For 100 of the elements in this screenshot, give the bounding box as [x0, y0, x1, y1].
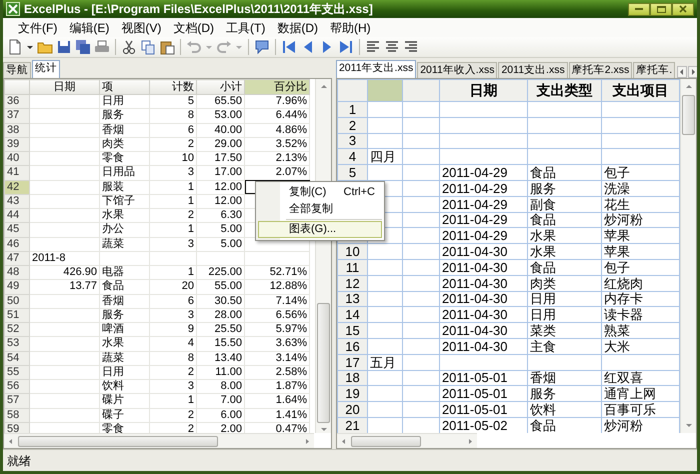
scrollbar-thumb[interactable]: [350, 436, 421, 446]
tab-scroll-left-icon[interactable]: [677, 66, 688, 78]
row-number[interactable]: 12: [337, 275, 368, 292]
row-number[interactable]: 13: [337, 291, 368, 307]
speech-bubble-icon[interactable]: [254, 39, 270, 55]
menu-item[interactable]: 图表(G)...: [258, 221, 382, 238]
column-header[interactable]: 支出项目: [601, 80, 680, 102]
column-header[interactable]: 支出类型: [527, 80, 602, 102]
table-cell: 65.50: [196, 94, 244, 109]
copy-icon[interactable]: [140, 39, 156, 55]
menu-item[interactable]: 视图(V): [118, 18, 170, 36]
row-number[interactable]: 45: [4, 222, 30, 237]
align-right-icon[interactable]: [403, 39, 419, 55]
column-header[interactable]: 项: [100, 80, 150, 94]
column-header[interactable]: 计数: [150, 80, 196, 94]
tab[interactable]: 统计: [32, 60, 60, 78]
tab-scroll-right-icon[interactable]: [688, 66, 697, 78]
table-cell: 28.00: [196, 308, 244, 322]
row-number[interactable]: 18: [337, 370, 368, 386]
table-cell: 2011-05-01: [439, 386, 528, 402]
row-number[interactable]: 46: [4, 237, 30, 252]
table-cell: 426.90: [30, 266, 100, 280]
row-number[interactable]: 14: [337, 306, 368, 323]
row-number[interactable]: 37: [4, 108, 30, 123]
tab[interactable]: 导航: [3, 62, 31, 78]
tab[interactable]: 2011年支出.xss: [336, 60, 416, 78]
menu-item[interactable]: 复制(C) Ctrl+C: [258, 184, 382, 201]
row-number[interactable]: 5: [337, 164, 368, 180]
row-number[interactable]: 59: [4, 422, 30, 433]
horizontal-scrollbar[interactable]: [336, 433, 477, 448]
menu-item[interactable]: 帮助(H): [327, 18, 380, 36]
row-number[interactable]: 39: [4, 137, 30, 152]
undo-arrow-icon[interactable]: [186, 39, 202, 55]
row-number[interactable]: 44: [4, 208, 30, 223]
first-page-icon[interactable]: [281, 39, 297, 55]
row-number[interactable]: 2: [337, 117, 368, 134]
row-number[interactable]: 48: [4, 266, 30, 280]
new-file-icon[interactable]: [7, 39, 23, 55]
table-cell: 2011-04-30: [439, 275, 528, 292]
row-number[interactable]: 38: [4, 123, 30, 138]
row-number[interactable]: 52: [4, 322, 30, 337]
column-header[interactable]: 百分比: [244, 80, 310, 94]
row-number[interactable]: 43: [4, 194, 30, 208]
row-number[interactable]: 40: [4, 152, 30, 166]
row-number[interactable]: 53: [4, 336, 30, 351]
row-number[interactable]: 3: [337, 133, 368, 149]
floppy-disks-icon[interactable]: [75, 39, 91, 55]
row-number[interactable]: 21: [337, 417, 368, 433]
tab[interactable]: 2011支出.xss: [498, 62, 568, 78]
align-left-icon[interactable]: [365, 39, 381, 55]
row-number[interactable]: 41: [4, 166, 30, 180]
scrollbar-thumb[interactable]: [316, 303, 330, 423]
scrollbar-thumb[interactable]: [682, 95, 695, 135]
column-header[interactable]: 日期: [30, 80, 100, 94]
row-number[interactable]: 10: [337, 244, 368, 260]
tab[interactable]: 摩托车.: [633, 62, 676, 78]
menu-item[interactable]: 文档(D): [170, 18, 223, 36]
menu-item[interactable]: 全部复制: [258, 201, 382, 218]
tab[interactable]: 2011年收入.xss: [417, 62, 498, 78]
row-number[interactable]: 36: [4, 94, 30, 109]
column-header[interactable]: 小计: [196, 80, 244, 94]
table-cell: 9: [150, 322, 196, 337]
row-number[interactable]: 55: [4, 365, 30, 380]
horizontal-scrollbar[interactable]: [4, 433, 314, 448]
menu-item[interactable]: 文件(F): [15, 18, 66, 36]
tab[interactable]: 摩托车2.xss: [568, 62, 632, 78]
row-number[interactable]: 15: [337, 322, 368, 338]
row-number[interactable]: 47: [4, 251, 30, 266]
clipboard-icon[interactable]: [159, 39, 175, 55]
menu-item[interactable]: 数据(D): [274, 18, 327, 36]
table-cell: 苹果: [601, 228, 680, 244]
row-number[interactable]: 49: [4, 280, 30, 294]
last-page-icon[interactable]: [338, 39, 354, 55]
table-cell: 2011-05-01: [439, 370, 528, 386]
redo-arrow-icon[interactable]: [216, 39, 232, 55]
row-number[interactable]: 16: [337, 338, 368, 354]
close-button[interactable]: [672, 2, 694, 16]
maximize-button[interactable]: [650, 2, 672, 16]
row-number[interactable]: 57: [4, 394, 30, 408]
row-number[interactable]: 11: [337, 259, 368, 276]
row-number[interactable]: 54: [4, 351, 30, 366]
column-header[interactable]: 日期: [439, 80, 528, 102]
row-number[interactable]: 19: [337, 386, 368, 402]
row-number[interactable]: 56: [4, 380, 30, 394]
printer-icon[interactable]: [94, 39, 110, 55]
scrollbar-thumb[interactable]: [18, 436, 218, 446]
table-cell: 服务: [527, 180, 602, 196]
row-number[interactable]: 17: [337, 354, 368, 370]
row-number[interactable]: 50: [4, 294, 30, 308]
row-number[interactable]: 51: [4, 308, 30, 322]
row-number[interactable]: 58: [4, 408, 30, 422]
scissors-icon[interactable]: [121, 39, 137, 55]
menu-item[interactable]: 编辑(E): [66, 18, 118, 36]
minimize-button[interactable]: [628, 2, 650, 16]
menu-item[interactable]: 工具(T): [223, 18, 274, 36]
align-center-icon[interactable]: [384, 39, 400, 55]
row-number[interactable]: 1: [337, 102, 368, 118]
row-number[interactable]: 42: [4, 180, 30, 194]
row-number[interactable]: 20: [337, 402, 368, 418]
row-number[interactable]: 4: [337, 148, 368, 165]
